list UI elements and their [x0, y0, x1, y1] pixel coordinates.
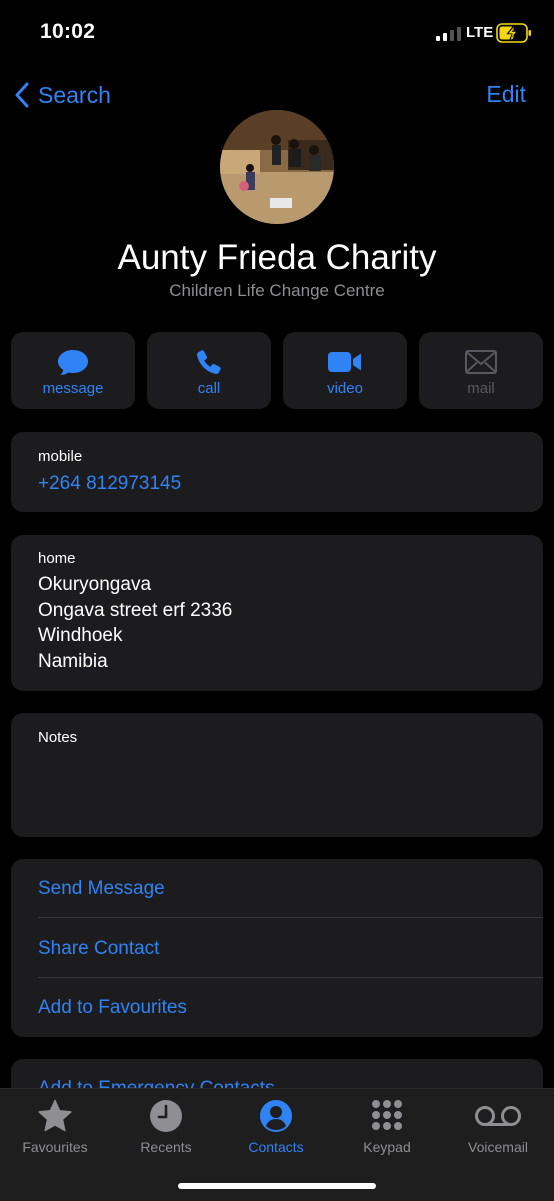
- tab-favourites-label: Favourites: [22, 1139, 88, 1155]
- phone-number-link[interactable]: +264 812973145: [38, 473, 181, 495]
- send-message-link[interactable]: Send Message: [38, 878, 165, 900]
- video-action-button[interactable]: video: [283, 332, 407, 409]
- address-line: Windhoek: [38, 625, 123, 646]
- address-line: Namibia: [38, 651, 108, 672]
- video-action-label: video: [327, 380, 363, 397]
- tab-favourites[interactable]: Favourites: [0, 1099, 110, 1155]
- notes-card[interactable]: Notes: [11, 713, 543, 837]
- back-label: Search: [38, 81, 111, 108]
- back-button[interactable]: Search: [14, 80, 111, 110]
- envelope-icon: [465, 350, 497, 374]
- star-icon: [38, 1099, 72, 1132]
- contact-photo: [220, 110, 334, 224]
- clock-icon: [150, 1100, 182, 1132]
- chevron-left-icon: [15, 82, 29, 108]
- divider: [38, 917, 543, 918]
- divider: [38, 977, 543, 978]
- status-time: 10:02: [40, 20, 96, 43]
- contact-company: Children Life Change Centre: [169, 281, 385, 300]
- edit-button[interactable]: Edit: [486, 81, 526, 108]
- cellular-signal-icon: [436, 27, 461, 41]
- tab-voicemail[interactable]: Voicemail: [443, 1099, 553, 1155]
- notes-label: Notes: [38, 729, 78, 746]
- contact-name: Aunty Frieda Charity: [117, 238, 437, 277]
- video-camera-icon: [328, 352, 361, 372]
- mail-action-button[interactable]: mail: [419, 332, 543, 409]
- network-type: LTE: [466, 24, 494, 41]
- share-contact-link[interactable]: Share Contact: [38, 938, 159, 960]
- address-line: Ongava street erf 2336: [38, 600, 233, 621]
- keypad-icon: [372, 1100, 402, 1130]
- tab-recents[interactable]: Recents: [111, 1099, 221, 1155]
- address-line: Okuryongava: [38, 574, 152, 595]
- tab-voicemail-label: Voicemail: [468, 1139, 528, 1155]
- add-to-favourites-link[interactable]: Add to Favourites: [38, 997, 187, 1019]
- message-bubble-icon: [58, 350, 88, 375]
- mail-action-label: mail: [467, 380, 495, 397]
- voicemail-icon: [475, 1106, 521, 1126]
- tab-keypad-label: Keypad: [363, 1139, 411, 1155]
- address-label: home: [38, 550, 76, 567]
- call-action-label: call: [197, 380, 221, 397]
- message-action-button[interactable]: message: [11, 332, 135, 409]
- tab-keypad[interactable]: Keypad: [332, 1099, 442, 1155]
- message-action-label: message: [42, 380, 104, 397]
- home-indicator[interactable]: [178, 1183, 376, 1189]
- battery-charging-icon: [496, 23, 531, 43]
- phone-icon: [197, 350, 221, 374]
- tab-contacts-label: Contacts: [248, 1139, 304, 1155]
- contact-actions-list: Send Message Share Contact Add to Favour…: [11, 859, 543, 1037]
- phone-card: mobile +264 812973145: [11, 432, 543, 512]
- tab-recents-label: Recents: [140, 1139, 192, 1155]
- tab-contacts[interactable]: Contacts: [221, 1099, 331, 1155]
- phone-label: mobile: [38, 448, 83, 465]
- call-action-button[interactable]: call: [147, 332, 271, 409]
- person-circle-icon: [260, 1100, 292, 1132]
- address-card[interactable]: home Okuryongava Ongava street erf 2336 …: [11, 535, 543, 691]
